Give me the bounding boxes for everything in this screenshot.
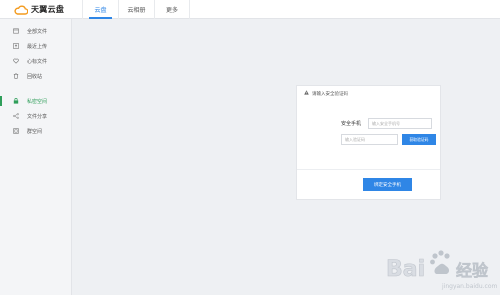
svg-text:jingyan.baidu.com: jingyan.baidu.com — [441, 283, 498, 290]
lock-icon — [13, 98, 19, 104]
sidebar-item-recent-uploads[interactable]: 最近上传 — [0, 40, 72, 52]
top-bar: 天翼云盘 云盘 云相册 更多 — [0, 0, 500, 19]
svg-text:经验: 经验 — [456, 261, 489, 280]
panel-title: 请输入安全验证码 — [312, 91, 348, 97]
sidebar-item-label: 最近上传 — [27, 43, 48, 50]
sidebar-item-recycle-bin[interactable]: 回收站 — [0, 70, 72, 82]
sidebar: 全部文件 最近上传 心标文件 回收站 私密空间 文件分享 群空间 — [0, 19, 72, 295]
sidebar-item-label: 私密空间 — [27, 98, 48, 105]
sidebar-item-label: 心标文件 — [27, 58, 48, 65]
sidebar-item-starred[interactable]: 心标文件 — [0, 55, 72, 67]
svg-text:Bai: Bai — [386, 257, 425, 282]
get-code-button[interactable]: 获取验证码 — [402, 134, 436, 145]
trash-icon — [13, 73, 19, 79]
cloud-logo-icon — [14, 4, 28, 15]
main-nav: 云盘 云相册 更多 — [82, 0, 190, 19]
phone-input[interactable] — [368, 118, 432, 129]
security-verification-panel: 请输入安全验证码 安全手机 获取验证码 绑定安全手机 — [296, 85, 441, 200]
tab-cloud-album[interactable]: 云相册 — [118, 0, 154, 19]
folder-icon — [13, 28, 19, 34]
baidu-jingyan-watermark: Bai 经验 jingyan.baidu.com — [380, 240, 498, 292]
verification-code-input[interactable] — [341, 134, 398, 145]
warning-icon — [304, 90, 309, 97]
tab-cloud-drive[interactable]: 云盘 — [82, 0, 118, 19]
bind-phone-button[interactable]: 绑定安全手机 — [363, 178, 412, 191]
sidebar-item-group-space[interactable]: 群空间 — [0, 125, 72, 137]
sidebar-item-label: 回收站 — [27, 73, 43, 80]
sidebar-item-file-share[interactable]: 文件分享 — [0, 110, 72, 122]
tab-more[interactable]: 更多 — [154, 0, 190, 19]
verification-code-row: 获取验证码 — [341, 134, 436, 145]
heart-icon — [13, 58, 19, 64]
group-icon — [13, 128, 19, 134]
sidebar-item-label: 文件分享 — [27, 113, 48, 120]
sidebar-item-all-files[interactable]: 全部文件 — [0, 25, 72, 37]
sidebar-item-label: 群空间 — [27, 128, 43, 135]
phone-row: 安全手机 — [341, 118, 432, 129]
phone-label: 安全手机 — [341, 121, 362, 127]
app-logo[interactable]: 天翼云盘 — [14, 3, 64, 16]
upload-icon — [13, 43, 19, 49]
app-name: 天翼云盘 — [31, 5, 65, 14]
sidebar-item-label: 全部文件 — [27, 28, 48, 35]
share-icon — [13, 113, 19, 119]
panel-header: 请输入安全验证码 — [297, 86, 440, 101]
sidebar-item-private-space[interactable]: 私密空间 — [0, 95, 72, 107]
divider — [297, 169, 440, 170]
